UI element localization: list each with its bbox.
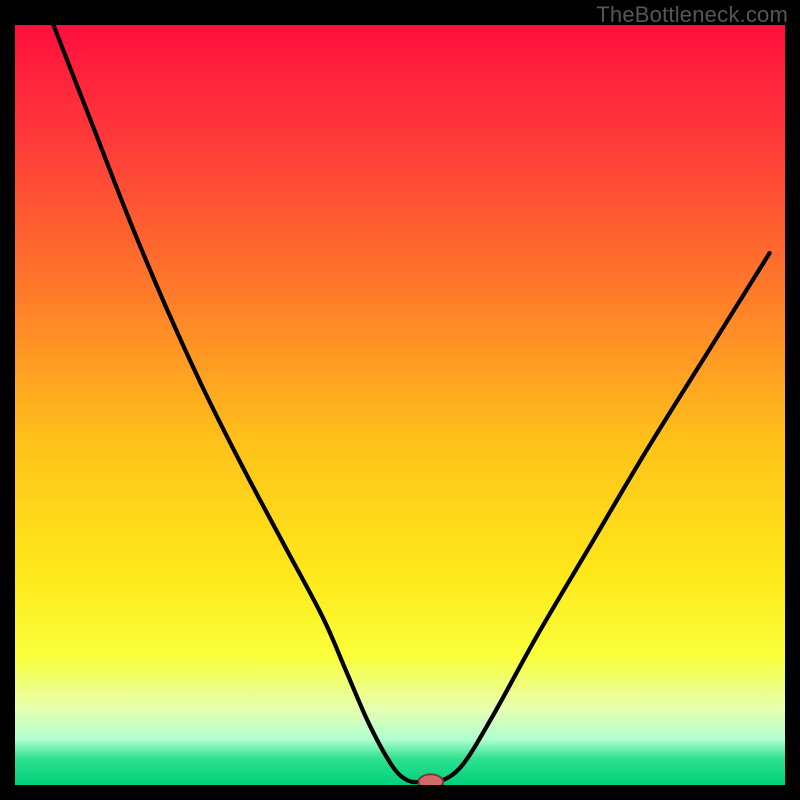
watermark-text: TheBottleneck.com xyxy=(596,2,788,28)
bottleneck-chart xyxy=(15,25,785,785)
chart-frame: TheBottleneck.com xyxy=(0,0,800,800)
optimal-point-marker xyxy=(418,774,443,785)
gradient-background xyxy=(15,25,785,785)
